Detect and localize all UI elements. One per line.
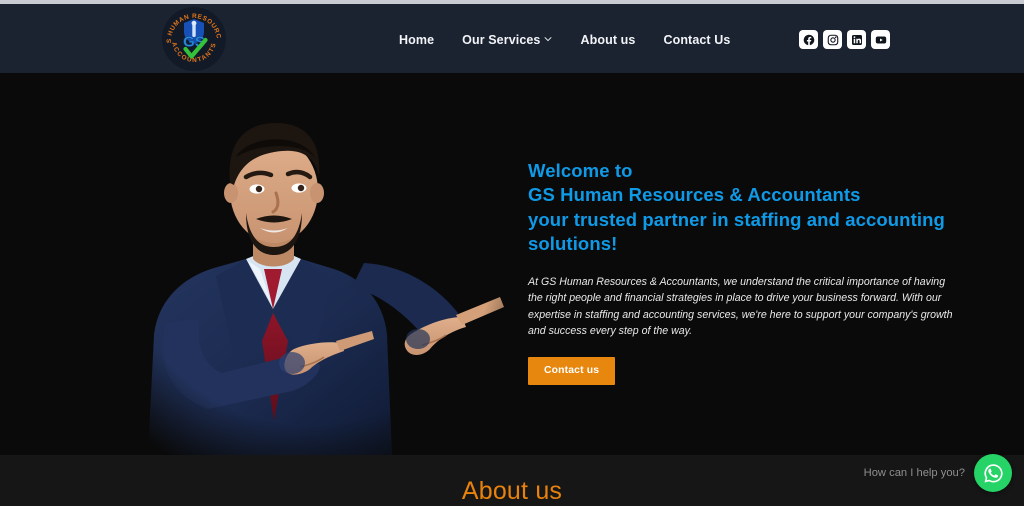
logo-badge: GS HUMAN RESOURCES ACCOUNTANTS GS bbox=[162, 7, 226, 71]
facebook-link[interactable] bbox=[799, 30, 818, 49]
youtube-icon bbox=[875, 36, 886, 43]
youtube-link[interactable] bbox=[871, 30, 890, 49]
shield-check-logo-icon: GS HUMAN RESOURCES ACCOUNTANTS GS bbox=[162, 7, 225, 70]
businessman-pointing-illustration bbox=[96, 73, 526, 455]
chevron-down-icon bbox=[544, 35, 552, 43]
nav-label: Home bbox=[399, 33, 435, 47]
whatsapp-button[interactable] bbox=[974, 454, 1012, 492]
site-logo[interactable]: GS HUMAN RESOURCES ACCOUNTANTS GS bbox=[156, 6, 232, 72]
nav-label: About us bbox=[580, 33, 636, 47]
instagram-link[interactable] bbox=[823, 30, 842, 49]
hero-heading: Welcome to GS Human Resources & Accounta… bbox=[528, 159, 958, 257]
main-navigation: Home Our Services About us Contact Us bbox=[399, 32, 744, 48]
nav-label: Our Services bbox=[462, 33, 541, 47]
hero-heading-line-1: Welcome to bbox=[528, 160, 633, 181]
hero-content: Welcome to GS Human Resources & Accounta… bbox=[528, 159, 958, 385]
contact-us-button[interactable]: Contact us bbox=[528, 357, 616, 385]
hero-heading-line-2: GS Human Resources & Accountants bbox=[528, 184, 861, 206]
whatsapp-icon bbox=[983, 463, 1003, 483]
nav-label: Contact Us bbox=[663, 33, 731, 47]
nav-item-about-us[interactable]: About us bbox=[566, 32, 649, 48]
whatsapp-tooltip: How can I help you? bbox=[863, 467, 965, 479]
hero-image-businessman bbox=[96, 73, 526, 455]
instagram-icon bbox=[827, 34, 838, 45]
linkedin-icon bbox=[851, 34, 862, 45]
nav-item-our-services[interactable]: Our Services bbox=[448, 32, 566, 48]
hero-paragraph: At GS Human Resources & Accountants, we … bbox=[528, 275, 953, 338]
nav-item-contact-us[interactable]: Contact Us bbox=[649, 32, 744, 48]
hero-heading-line-3: your trusted partner in staffing and acc… bbox=[528, 208, 945, 230]
site-header: GS HUMAN RESOURCES ACCOUNTANTS GS bbox=[0, 4, 1024, 73]
social-links bbox=[799, 30, 890, 49]
whatsapp-widget: How can I help you? bbox=[864, 454, 1012, 492]
linkedin-link[interactable] bbox=[847, 30, 866, 49]
facebook-icon bbox=[803, 34, 814, 45]
page-root: GS HUMAN RESOURCES ACCOUNTANTS GS bbox=[0, 0, 1024, 506]
hero-section: Welcome to GS Human Resources & Accounta… bbox=[0, 73, 1024, 455]
hero-heading-line-4: solutions! bbox=[528, 233, 618, 255]
nav-item-home[interactable]: Home bbox=[399, 32, 448, 48]
